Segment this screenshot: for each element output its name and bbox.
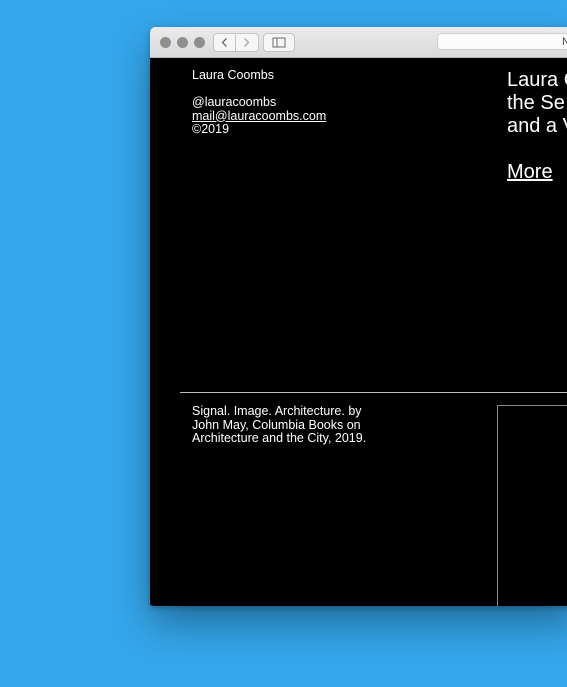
page-content: Laura Coombs @lauracoombs mail@lauracoom… <box>150 58 567 606</box>
contact-info: Laura Coombs @lauracoombs mail@lauracoom… <box>192 68 326 137</box>
address-bar[interactable]: N <box>437 33 567 50</box>
caption-line: Architecture and the City, 2019. <box>192 431 367 445</box>
intro-line: the Se <box>507 92 565 114</box>
sidebar-toggle-button[interactable] <box>263 33 295 52</box>
project-image[interactable] <box>497 405 567 606</box>
more-link[interactable]: More <box>507 161 553 184</box>
zoom-window-button[interactable] <box>194 37 205 48</box>
close-window-button[interactable] <box>160 37 171 48</box>
minimize-window-button[interactable] <box>177 37 188 48</box>
nav-button-group <box>213 33 259 52</box>
browser-window: N Laura Coombs @lauracoombs mail@lauraco… <box>150 27 567 606</box>
intro-text: Laura C the Se and a V <box>507 69 567 138</box>
section-divider <box>180 392 567 393</box>
site-name: Laura Coombs <box>192 68 274 82</box>
email-link[interactable]: mail@lauracoombs.com <box>192 109 326 123</box>
chevron-left-icon <box>221 38 227 47</box>
browser-toolbar: N <box>150 27 567 58</box>
sidebar-icon <box>272 37 286 48</box>
forward-button[interactable] <box>236 34 257 51</box>
caption-line: Signal. Image. Architecture. by <box>192 404 362 418</box>
intro-line: and a V <box>507 115 567 137</box>
back-button[interactable] <box>214 34 236 51</box>
project-caption: Signal. Image. Architecture. by John May… <box>192 404 367 446</box>
chevron-right-icon <box>244 38 250 47</box>
social-handle[interactable]: @lauracoombs <box>192 95 326 110</box>
caption-line: John May, Columbia Books on <box>192 417 361 432</box>
intro-line: Laura C <box>507 69 567 91</box>
copyright-text: ©2019 <box>192 122 230 136</box>
